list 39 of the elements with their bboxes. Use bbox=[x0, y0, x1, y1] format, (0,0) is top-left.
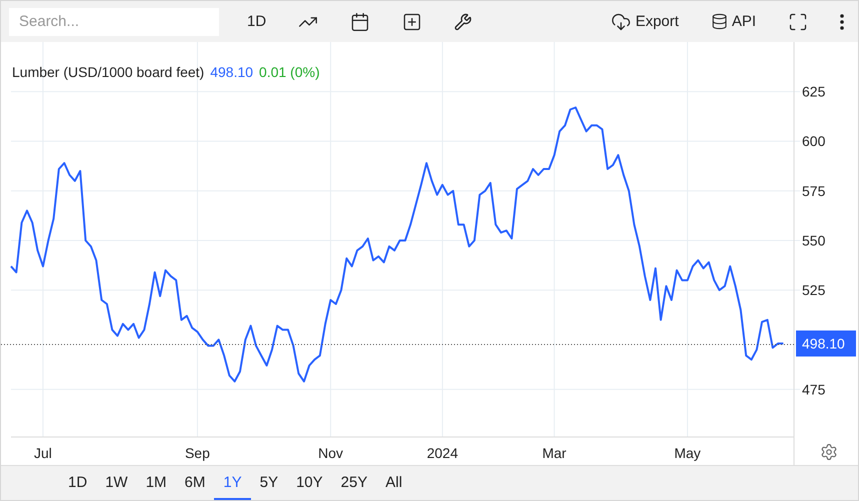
fullscreen-icon bbox=[788, 12, 808, 32]
plus-square-icon bbox=[402, 12, 422, 32]
range-tab[interactable]: 1M bbox=[136, 466, 176, 500]
x-axis-label: May bbox=[674, 445, 701, 462]
range-tab[interactable]: All bbox=[376, 466, 412, 500]
settings-button[interactable] bbox=[820, 443, 838, 462]
last-price-badge bbox=[796, 330, 856, 357]
range-tab[interactable]: 1W bbox=[96, 466, 137, 500]
y-axis-label: 575 bbox=[802, 183, 826, 200]
x-axis-label: Jul bbox=[34, 445, 52, 462]
more-icon bbox=[840, 14, 844, 30]
range-tab[interactable]: 5Y bbox=[250, 466, 288, 500]
database-icon bbox=[710, 13, 728, 30]
interval-button[interactable]: 1D bbox=[241, 9, 272, 34]
y-axis-label: 625 bbox=[802, 84, 826, 100]
current-price: 498.10 bbox=[210, 64, 254, 80]
x-axis-label: Mar bbox=[542, 445, 566, 462]
range-tab[interactable]: 25Y bbox=[332, 466, 376, 500]
price-change: 0.01 (0%) bbox=[259, 64, 320, 80]
settings-icon bbox=[820, 443, 838, 462]
calendar-icon bbox=[350, 12, 370, 32]
search-field[interactable]: Search... bbox=[9, 8, 219, 36]
x-axis-label: Sep bbox=[184, 445, 210, 462]
range-tab[interactable]: 1Y bbox=[214, 466, 251, 500]
range-tab[interactable]: 1D bbox=[59, 466, 96, 500]
range-tab[interactable]: 6M bbox=[176, 466, 214, 500]
wrench-icon bbox=[454, 12, 472, 31]
api-button[interactable]: API bbox=[704, 9, 762, 34]
y-axis-label: 550 bbox=[802, 232, 826, 249]
y-axis-label: 525 bbox=[802, 282, 826, 299]
y-axis-label: 600 bbox=[802, 134, 826, 150]
export-button[interactable]: Export bbox=[605, 8, 685, 36]
last-price-label: 498.10 bbox=[802, 336, 845, 352]
instrument-name: Lumber (USD/1000 board feet) bbox=[12, 64, 204, 80]
x-axis-label: 2024 bbox=[426, 445, 458, 462]
y-axis-label: 475 bbox=[802, 382, 826, 398]
x-axis-label: Nov bbox=[318, 445, 344, 462]
range-tab[interactable]: 10Y bbox=[287, 466, 332, 500]
cloud-download-icon bbox=[611, 12, 632, 32]
